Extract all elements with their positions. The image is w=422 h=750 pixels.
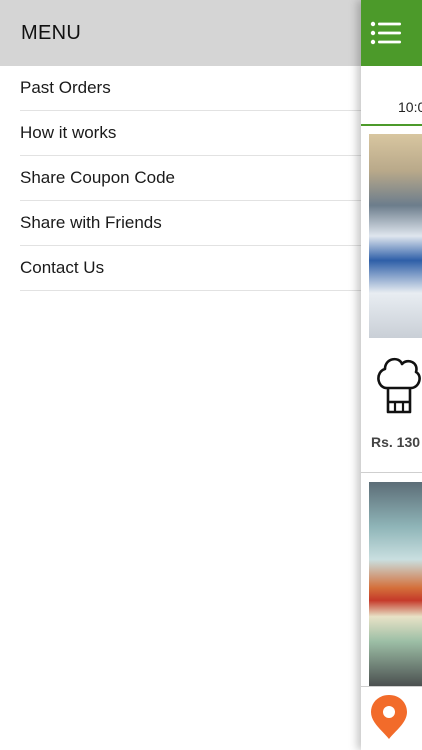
card-divider (361, 472, 422, 473)
food-image-2[interactable] (369, 482, 422, 686)
main-content-panel: 10:0 Rs. 130 (361, 0, 422, 750)
menu-item-share-with-friends[interactable]: Share with Friends (20, 201, 361, 246)
location-pin-icon[interactable] (369, 693, 409, 741)
chef-hat-icon (377, 357, 421, 414)
app-root: MENU Past Orders How it works Share Coup… (0, 0, 422, 750)
food-image-1[interactable] (369, 134, 422, 338)
hamburger-menu-icon[interactable] (370, 20, 402, 46)
menu-header: MENU (0, 0, 361, 66)
menu-item-how-it-works[interactable]: How it works (20, 111, 361, 156)
menu-item-past-orders[interactable]: Past Orders (20, 66, 361, 111)
dish-price: Rs. 130 (371, 434, 421, 450)
delivery-time-strip: 10:0 (361, 66, 422, 126)
side-menu-drawer: MENU Past Orders How it works Share Coup… (0, 0, 361, 750)
menu-item-share-coupon-code[interactable]: Share Coupon Code (20, 156, 361, 201)
delivery-time-text: 10:0 (398, 99, 422, 115)
bottom-bar (361, 686, 422, 750)
menu-list: Past Orders How it works Share Coupon Co… (0, 66, 361, 291)
menu-title: MENU (21, 21, 82, 44)
top-app-bar (361, 0, 422, 66)
menu-item-contact-us[interactable]: Contact Us (20, 246, 361, 291)
